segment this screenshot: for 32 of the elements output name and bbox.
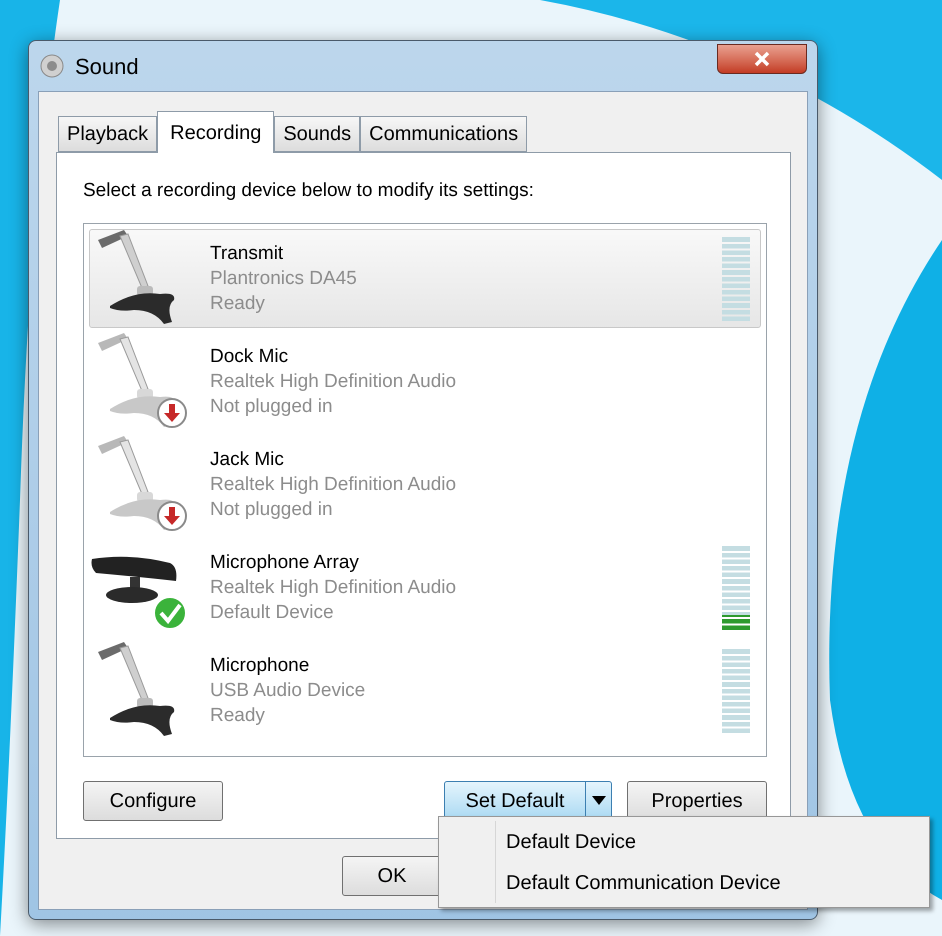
device-name: Jack Mic (210, 448, 285, 472)
device-driver: Plantronics DA45 (210, 266, 358, 290)
device-row[interactable]: Jack Mic Realtek High Definition Audio Not plugged in (89, 434, 761, 534)
caret-icon (592, 796, 606, 806)
device-driver: USB Audio Device (210, 678, 366, 702)
tab[interactable]: Sounds (274, 116, 360, 152)
device-row[interactable]: Transmit Plantronics DA45 Ready (89, 228, 761, 328)
menu-item[interactable]: Default Device (439, 821, 929, 862)
device-status: Not plugged in (210, 394, 334, 418)
menu-item[interactable]: Default Communication Device (439, 862, 929, 903)
close-icon (754, 51, 770, 67)
device-status: Ready (210, 292, 266, 316)
device-status: Ready (210, 704, 266, 728)
device-row[interactable]: Microphone USB Audio Device Ready (89, 640, 761, 740)
device-status: Not plugged in (210, 498, 334, 522)
device-driver: Realtek High Definition Audio (210, 472, 458, 496)
device-driver: Realtek High Definition Audio (210, 576, 458, 600)
device-name: Transmit (210, 242, 284, 266)
tab[interactable]: Communications (360, 116, 528, 152)
window-title: Sound (75, 52, 139, 80)
instruction-text: Select a recording device below to modify its settings: (83, 179, 535, 203)
configure-button[interactable]: Configure (83, 780, 223, 820)
close-button[interactable] (717, 44, 807, 74)
device-name: Microphone Array (210, 550, 360, 574)
device-name: Dock Mic (210, 344, 290, 368)
device-row[interactable]: Dock Mic Realtek High Definition Audio Not plugged in (89, 332, 761, 430)
device-name: Microphone (210, 654, 310, 678)
device-status: Default Device (210, 600, 335, 624)
tab[interactable]: Recording (157, 111, 274, 153)
device-driver: Realtek High Definition Audio (210, 370, 458, 394)
device-row[interactable]: Microphone Array Realtek High Definition Audio Default Device (89, 538, 761, 636)
tab[interactable]: Playback (58, 116, 158, 152)
